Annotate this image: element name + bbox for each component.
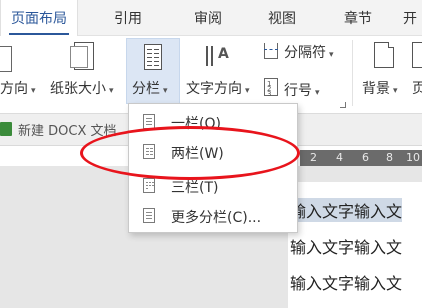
ribbon-tab-bar: 页面布局 引用 审阅 视图 章节 开 (0, 0, 422, 36)
columns-icon (144, 44, 162, 70)
chevron-down-icon: ▾ (31, 86, 36, 96)
page-icon (412, 42, 422, 68)
separator-button[interactable]: 分隔符 ▾ (284, 42, 334, 62)
menu-item-label: 更多分栏(C)... (171, 210, 262, 226)
menu-item-two-columns[interactable]: 两栏(W) (129, 138, 297, 166)
tab-review[interactable]: 审阅 (176, 0, 240, 36)
more-columns-icon (143, 208, 155, 223)
document-text-line[interactable]: 输入文字输入文 (290, 234, 402, 258)
paper-size-icon (70, 42, 94, 70)
line-number-button[interactable]: 行号 ▾ (284, 80, 320, 100)
text-direction-label: 文字方向 (186, 81, 242, 97)
chevron-down-icon: ▾ (109, 86, 114, 96)
chevron-down-icon: ▾ (245, 86, 250, 96)
orientation-label: 方向 (0, 81, 28, 97)
horizontal-ruler[interactable]: 2 4 6 8 10 (300, 150, 422, 166)
separator-icon (264, 43, 278, 59)
ribbon-divider (352, 40, 353, 106)
chevron-down-icon: ▾ (163, 86, 168, 96)
three-columns-icon (143, 178, 155, 193)
chevron-down-icon: ▾ (393, 86, 398, 96)
separator-label: 分隔符 (284, 45, 326, 61)
menu-item-label: 三栏(T) (171, 180, 219, 196)
page-partial-label: 页 (412, 81, 422, 97)
tab-page-layout[interactable]: 页面布局 (0, 0, 78, 36)
tab-partial[interactable]: 开 (398, 0, 422, 36)
page-partial-button[interactable]: 页 (412, 78, 422, 98)
paper-size-button[interactable]: 纸张大小 ▾ (50, 78, 114, 98)
orientation-button[interactable]: 方向 ▾ (0, 78, 36, 98)
chevron-down-icon: ▾ (315, 88, 320, 98)
document-text-line[interactable]: 输入文字输入文 (290, 198, 403, 222)
menu-item-label: 一栏(O) (171, 116, 221, 132)
tab-references[interactable]: 引用 (96, 0, 160, 36)
tab-chapter[interactable]: 章节 (326, 0, 390, 36)
menu-item-three-columns[interactable]: 三栏(T) (129, 172, 297, 200)
line-number-label: 行号 (284, 83, 312, 99)
document-tab[interactable]: 新建 DOCX 文档 (18, 120, 117, 139)
document-text-line[interactable]: 输入文字输入文 (290, 270, 402, 294)
ruler-number: 10 (406, 151, 420, 164)
menu-item-more-columns[interactable]: 更多分栏(C)... (129, 202, 297, 230)
menu-item-label: 两栏(W) (171, 146, 224, 162)
page-background-icon (374, 42, 394, 68)
background-label: 背景 (362, 81, 390, 97)
columns-dropdown-menu: 一栏(O) 两栏(W) 三栏(T) 更多分栏(C)... (128, 103, 298, 233)
paper-size-label: 纸张大小 (50, 81, 106, 97)
dialog-launcher-icon[interactable] (340, 102, 346, 108)
menu-item-one-column[interactable]: 一栏(O) (129, 108, 297, 136)
tab-view[interactable]: 视图 (250, 0, 314, 36)
ruler-number: 4 (336, 151, 343, 164)
line-number-icon: 123 (264, 78, 278, 98)
text-direction-icon: A (206, 44, 232, 68)
two-columns-icon (143, 144, 155, 159)
orientation-icon (0, 46, 12, 72)
text-direction-button[interactable]: 文字方向 ▾ (186, 78, 250, 98)
ruler-number: 8 (386, 151, 393, 164)
ruler-number: 2 (310, 151, 317, 164)
one-column-icon (143, 114, 155, 129)
columns-button-text[interactable]: 分栏 ▾ (132, 78, 168, 98)
background-button[interactable]: 背景 ▾ (362, 78, 398, 98)
chevron-down-icon: ▾ (329, 50, 334, 60)
docx-file-icon (0, 122, 12, 136)
ruler-number: 6 (362, 151, 369, 164)
columns-label: 分栏 (132, 81, 160, 97)
